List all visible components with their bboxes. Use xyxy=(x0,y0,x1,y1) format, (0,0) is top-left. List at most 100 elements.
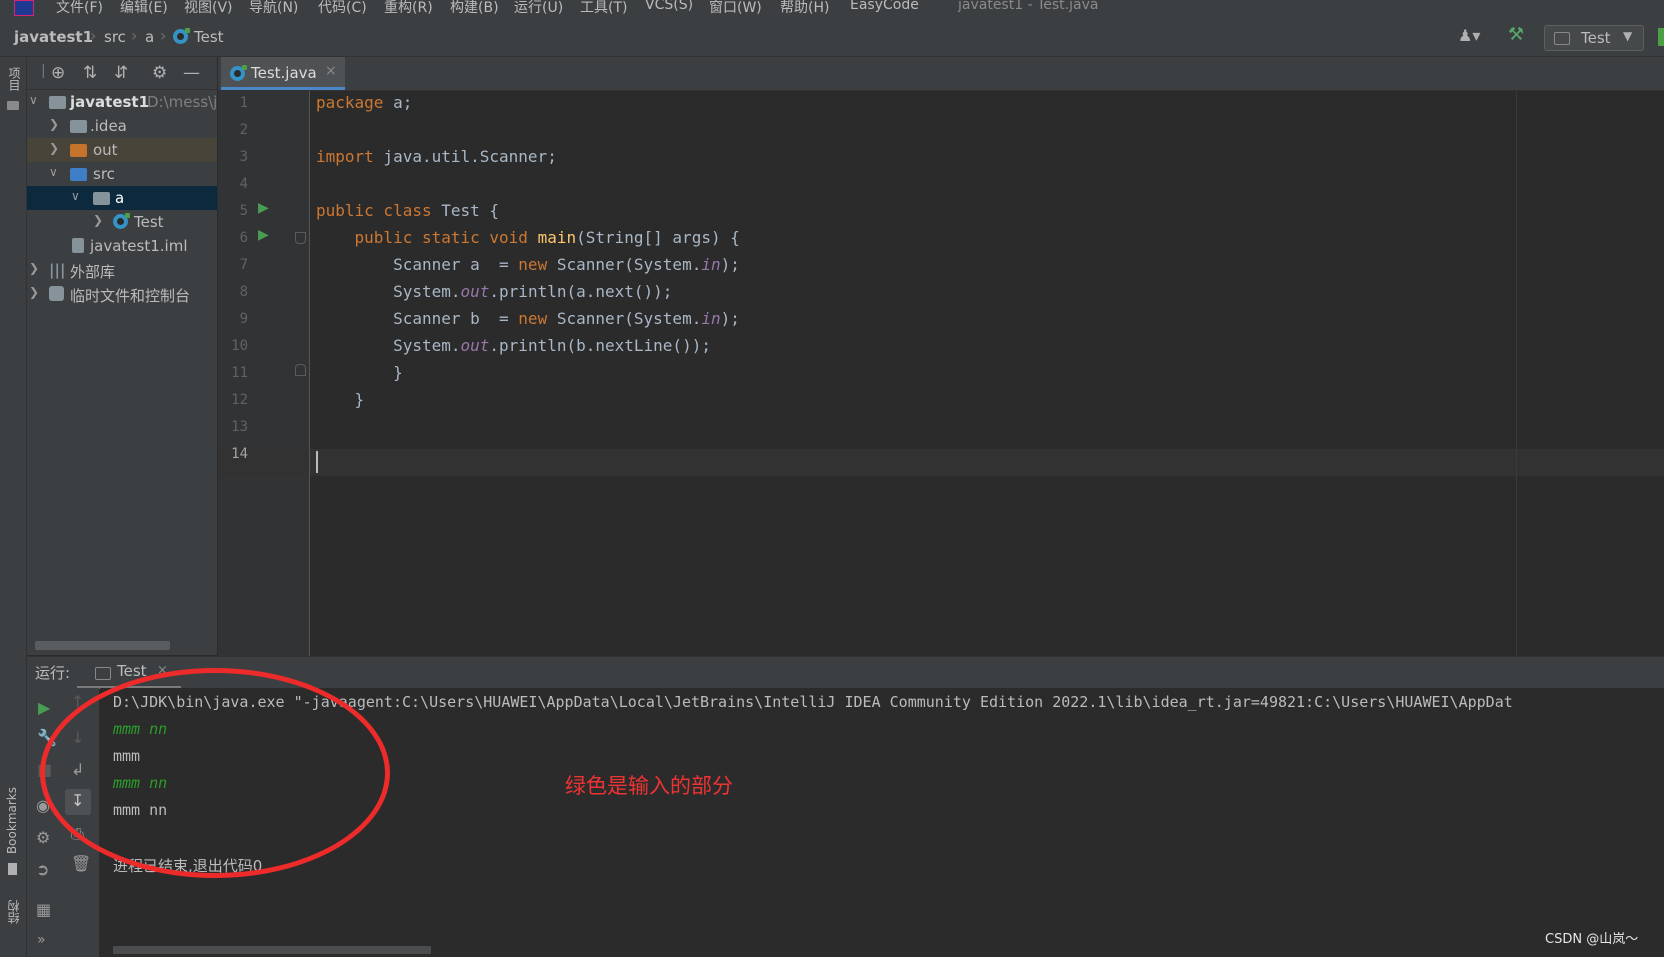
menu-edit[interactable]: 编辑(E) xyxy=(120,0,168,17)
line-number: 5 xyxy=(239,203,248,219)
menu-help[interactable]: 帮助(H) xyxy=(780,0,829,17)
class-icon xyxy=(173,28,190,44)
tree-item-package-a[interactable]: ∨ a xyxy=(27,186,217,210)
tree-item-scratches[interactable]: ❯ 临时文件和控制台 xyxy=(27,282,217,306)
line-number: 7 xyxy=(239,257,248,273)
tree-path: D:\mess\j xyxy=(147,93,217,111)
tree-label: a xyxy=(115,189,125,207)
breadcrumb-package[interactable]: a xyxy=(145,28,154,46)
menu-vcs[interactable]: VCS(S) xyxy=(645,0,693,13)
line-number: 9 xyxy=(239,311,248,327)
tree-item-src[interactable]: ∨ src xyxy=(27,162,217,186)
left-tool-strip: 项目 Bookmarks 结构 xyxy=(0,57,27,957)
tree-item-javatest1[interactable]: ∨ javatest1 D:\mess\j xyxy=(27,90,217,114)
tree-item-iml[interactable]: javatest1.iml xyxy=(27,234,217,258)
tree-item-idea[interactable]: ❯ .idea xyxy=(27,114,217,138)
menu-navigate[interactable]: 导航(N) xyxy=(249,0,298,17)
user-icon[interactable]: ♟▾ xyxy=(1458,26,1480,45)
breadcrumb-class[interactable]: Test xyxy=(194,28,224,46)
project-tool-tab[interactable]: 项目 xyxy=(6,67,23,91)
project-scrollbar[interactable] xyxy=(35,641,170,650)
code-line: System.out.println(a.next()); xyxy=(316,282,673,301)
menu-refactor[interactable]: 重构(R) xyxy=(384,0,433,17)
menu-file[interactable]: 文件(F) xyxy=(56,0,103,17)
code-line: Scanner a = new Scanner(System.in); xyxy=(316,255,740,274)
separator-icon: | xyxy=(41,63,46,79)
run-config-select[interactable]: Test ▼ xyxy=(1544,25,1644,51)
console-scrollbar[interactable] xyxy=(113,946,431,954)
menu-code[interactable]: 代码(C) xyxy=(318,0,367,17)
minimize-icon[interactable]: — xyxy=(183,63,200,83)
run-gutter-icon[interactable]: ▶ xyxy=(258,227,269,243)
run-label: 运行: xyxy=(35,664,71,682)
tree-label: src xyxy=(93,165,115,183)
class-icon xyxy=(113,213,130,229)
collapse-all-icon[interactable]: ⇵ xyxy=(114,63,128,83)
source-folder-icon xyxy=(70,168,87,181)
line-number: 4 xyxy=(239,176,248,192)
build-hammer-icon[interactable]: ⚒ xyxy=(1508,24,1524,45)
layout-icon[interactable]: ▦ xyxy=(36,900,51,919)
package-icon xyxy=(93,192,110,205)
menu-view[interactable]: 视图(V) xyxy=(184,0,233,17)
tree-item-external-libraries[interactable]: ❯ ||| 外部库 xyxy=(27,258,217,282)
chevron-right-icon: ❯ xyxy=(29,261,40,275)
tree-label: .idea xyxy=(90,117,127,135)
gear-icon[interactable]: ⚙ xyxy=(152,63,167,83)
intellij-logo-icon[interactable] xyxy=(14,0,34,16)
tree-label: javatest1 xyxy=(70,93,150,111)
menu-build[interactable]: 构建(B) xyxy=(450,0,499,17)
line-number: 12 xyxy=(231,392,248,408)
chevron-down-icon: ∨ xyxy=(71,189,80,203)
chevron-right-icon: ❯ xyxy=(29,285,40,299)
breadcrumb-src[interactable]: src xyxy=(104,28,126,46)
structure-tool-tab[interactable]: 结构 xyxy=(5,900,22,924)
menu-tools[interactable]: 工具(T) xyxy=(580,0,627,17)
line-number: 10 xyxy=(231,338,248,354)
class-icon xyxy=(230,65,247,81)
tree-label: javatest1.iml xyxy=(90,237,188,255)
folder-icon xyxy=(70,120,87,133)
more-icon[interactable]: » xyxy=(37,932,46,948)
tree-label: 临时文件和控制台 xyxy=(70,287,191,305)
menu-run[interactable]: 运行(U) xyxy=(514,0,563,17)
chevron-down-icon: ∨ xyxy=(29,93,38,107)
library-icon: ||| xyxy=(49,261,66,279)
trash-icon[interactable]: 🗑 xyxy=(71,854,91,873)
bookmark-icon xyxy=(8,863,17,875)
line-number: 2 xyxy=(239,122,248,138)
fold-marker-icon[interactable] xyxy=(295,232,306,244)
breadcrumb-separator-icon: › xyxy=(131,26,138,45)
menu-window[interactable]: 窗口(W) xyxy=(709,0,762,17)
menu-easycode[interactable]: EasyCode xyxy=(850,0,919,13)
close-icon[interactable]: × xyxy=(325,63,337,79)
line-number: 8 xyxy=(239,284,248,300)
navigation-bar: javatest1 › src › a › Test ♟▾ ⚒ xyxy=(0,18,1664,57)
bookmarks-tool-tab[interactable]: Bookmarks xyxy=(5,787,19,854)
exit-icon[interactable]: ➲ xyxy=(36,860,49,879)
run-gutter-icon[interactable]: ▶ xyxy=(258,200,269,216)
excluded-folder-icon xyxy=(70,144,87,157)
breadcrumb-separator-icon: › xyxy=(90,26,97,45)
line-number: 1 xyxy=(239,95,248,111)
tree-label: 外部库 xyxy=(70,263,116,281)
breadcrumb-project[interactable]: javatest1 xyxy=(14,28,93,46)
rerun-icon[interactable]: ▶ xyxy=(38,698,50,717)
tree-item-test[interactable]: ❯ Test xyxy=(27,210,217,234)
settings-icon[interactable]: ⚙ xyxy=(36,828,50,847)
locate-icon[interactable]: ⊕ xyxy=(51,63,65,83)
chevron-right-icon: ❯ xyxy=(93,213,104,227)
code-line: } xyxy=(316,390,365,409)
window-icon xyxy=(1554,32,1570,45)
chevron-down-icon: ∨ xyxy=(49,165,58,179)
code-line: package a; xyxy=(316,93,413,112)
fold-marker-icon[interactable] xyxy=(295,364,306,376)
code-line: } xyxy=(316,363,403,382)
line-number: 11 xyxy=(231,365,248,381)
tree-label: Test xyxy=(134,213,164,231)
expand-all-icon[interactable]: ⇅ xyxy=(83,63,97,83)
tree-item-out[interactable]: ❯ out xyxy=(27,138,217,162)
code-line: Scanner b = new Scanner(System.in); xyxy=(316,309,740,328)
tab-test-java[interactable]: Test.java × xyxy=(221,57,345,90)
console-icon xyxy=(95,667,111,680)
